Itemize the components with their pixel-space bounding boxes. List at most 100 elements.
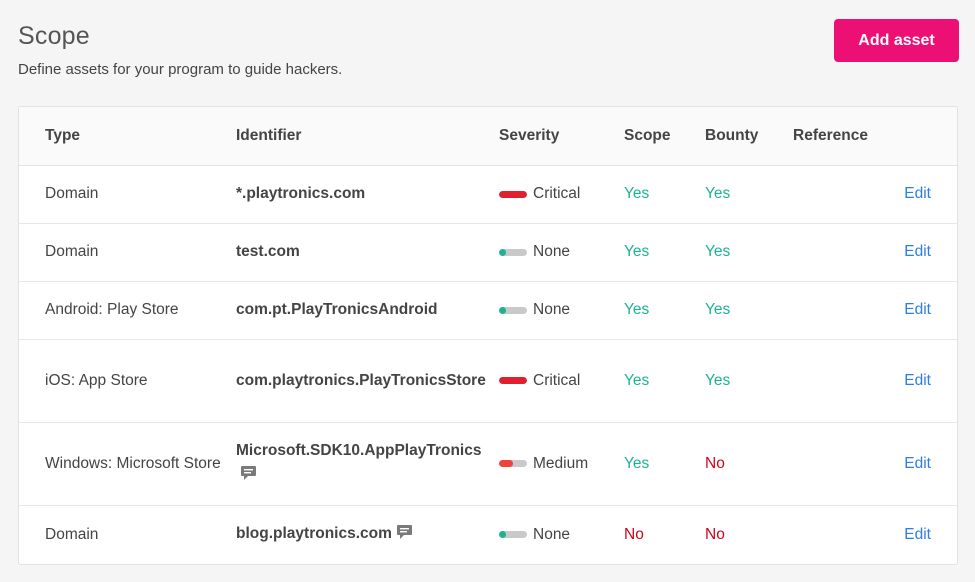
column-header-bounty[interactable]: Bounty xyxy=(705,107,793,165)
reference-cell xyxy=(793,339,889,422)
edit-cell: Edit xyxy=(889,165,957,223)
comment-icon[interactable] xyxy=(240,465,257,489)
edit-cell: Edit xyxy=(889,223,957,281)
assets-table: Type Identifier Severity Scope Bounty Re… xyxy=(19,107,957,564)
edit-cell: Edit xyxy=(889,422,957,505)
scope-cell: Yes xyxy=(624,281,705,339)
scope-value: Yes xyxy=(624,301,650,318)
severity-meter-fill xyxy=(499,531,506,539)
scope-cell: Yes xyxy=(624,422,705,505)
bounty-value: Yes xyxy=(705,185,731,202)
bounty-cell: No xyxy=(705,505,793,564)
severity-meter xyxy=(499,377,527,384)
add-asset-button[interactable]: Add asset xyxy=(834,19,959,62)
scope-value: No xyxy=(624,525,644,543)
edit-cell: Edit xyxy=(889,281,957,339)
asset-identifier-cell: *.playtronics.com xyxy=(236,165,499,223)
table-row: Domain test.com None Yes Yes Edit xyxy=(19,223,957,281)
severity-meter xyxy=(499,248,527,256)
edit-link[interactable]: Edit xyxy=(904,301,931,318)
severity-meter-fill xyxy=(499,377,527,384)
bounty-cell: Yes xyxy=(705,339,793,422)
column-header-actions xyxy=(889,107,957,165)
bounty-value: Yes xyxy=(705,371,731,389)
asset-type-label: Domain xyxy=(45,243,99,260)
reference-cell xyxy=(793,165,889,223)
table-row: Windows: Microsoft Store Microsoft.SDK10.… xyxy=(19,422,957,505)
edit-cell: Edit xyxy=(889,339,957,422)
severity-meter xyxy=(499,531,527,539)
table-header-row: Type Identifier Severity Scope Bounty Re… xyxy=(19,107,957,165)
scope-value: Yes xyxy=(624,185,650,202)
asset-identifier-cell: Microsoft.SDK10.AppPlayTronics xyxy=(236,422,499,505)
severity-label: None xyxy=(533,525,571,543)
scope-cell: Yes xyxy=(624,165,705,223)
edit-link[interactable]: Edit xyxy=(904,526,931,543)
asset-type: Domain xyxy=(19,165,236,223)
column-header-type[interactable]: Type xyxy=(19,107,236,165)
page-title: Scope xyxy=(18,22,90,50)
column-header-identifier[interactable]: Identifier xyxy=(236,107,499,165)
severity-meter-fill xyxy=(499,190,527,198)
edit-link[interactable]: Edit xyxy=(904,185,931,202)
scope-value: Yes xyxy=(624,454,650,472)
severity-meter-fill xyxy=(499,248,506,256)
severity-meter xyxy=(499,460,527,467)
edit-cell: Edit xyxy=(889,505,957,564)
severity-cell: None xyxy=(499,223,624,281)
scope-value: Yes xyxy=(624,243,650,260)
asset-identifier-cell: blog.playtronics.com xyxy=(236,505,499,564)
scope-value: Yes xyxy=(624,371,650,389)
comment-icon[interactable] xyxy=(396,524,413,548)
severity-label: Medium xyxy=(533,454,589,472)
bounty-cell: Yes xyxy=(705,223,793,281)
asset-type-label: Android: Play Store xyxy=(45,301,179,318)
bounty-cell: Yes xyxy=(705,165,793,223)
asset-identifier: blog.playtronics.com xyxy=(236,524,392,542)
table-row: Domain blog.playtronics.com None No No Edit xyxy=(19,505,957,564)
severity-label: Critical xyxy=(533,185,581,202)
edit-link[interactable]: Edit xyxy=(904,243,931,260)
scope-cell: Yes xyxy=(624,223,705,281)
table-row: Domain *.playtronics.com Critical Yes Yes Edi… xyxy=(19,165,957,223)
severity-meter-fill xyxy=(499,306,506,314)
asset-type-label: iOS: App Store xyxy=(45,371,148,389)
asset-identifier: test.com xyxy=(236,243,300,260)
severity-label: None xyxy=(533,301,571,318)
severity-meter-fill xyxy=(499,460,513,467)
table-row: Android: Play Store com.pt.PlayTronicsAnd… xyxy=(19,281,957,339)
edit-link[interactable]: Edit xyxy=(904,455,931,472)
page-subtitle: Define assets for your program to guide … xyxy=(18,61,343,78)
bounty-value: No xyxy=(705,454,725,472)
asset-type: Windows: Microsoft Store xyxy=(19,422,236,505)
severity-cell: Critical xyxy=(499,165,624,223)
asset-identifier: *.playtronics.com xyxy=(236,185,366,202)
reference-cell xyxy=(793,281,889,339)
bounty-cell: Yes xyxy=(705,281,793,339)
scope-cell: Yes xyxy=(624,339,705,422)
asset-type-label: Domain xyxy=(45,185,99,202)
asset-identifier: com.playtronics.PlayTronicsStore xyxy=(236,371,486,389)
severity-label: Critical xyxy=(533,371,581,389)
severity-label: None xyxy=(533,243,571,260)
asset-type: Domain xyxy=(19,223,236,281)
assets-table-card: Type Identifier Severity Scope Bounty Re… xyxy=(18,106,958,565)
column-header-severity[interactable]: Severity xyxy=(499,107,624,165)
severity-meter xyxy=(499,190,527,198)
table-row: iOS: App Store com.playtronics.PlayTronic… xyxy=(19,339,957,422)
asset-type: Domain xyxy=(19,505,236,564)
bounty-value: No xyxy=(705,525,725,543)
column-header-scope[interactable]: Scope xyxy=(624,107,705,165)
column-header-reference[interactable]: Reference xyxy=(793,107,889,165)
severity-cell: None xyxy=(499,505,624,564)
reference-cell xyxy=(793,505,889,564)
bounty-value: Yes xyxy=(705,243,731,260)
severity-meter xyxy=(499,306,527,314)
reference-cell xyxy=(793,223,889,281)
asset-identifier-cell: com.playtronics.PlayTronicsStore xyxy=(236,339,499,422)
severity-cell: Critical xyxy=(499,339,624,422)
bounty-cell: No xyxy=(705,422,793,505)
table-body: Domain *.playtronics.com Critical Yes Yes Edi… xyxy=(19,165,957,564)
asset-type-label: Windows: Microsoft Store xyxy=(45,454,221,472)
edit-link[interactable]: Edit xyxy=(904,372,931,389)
